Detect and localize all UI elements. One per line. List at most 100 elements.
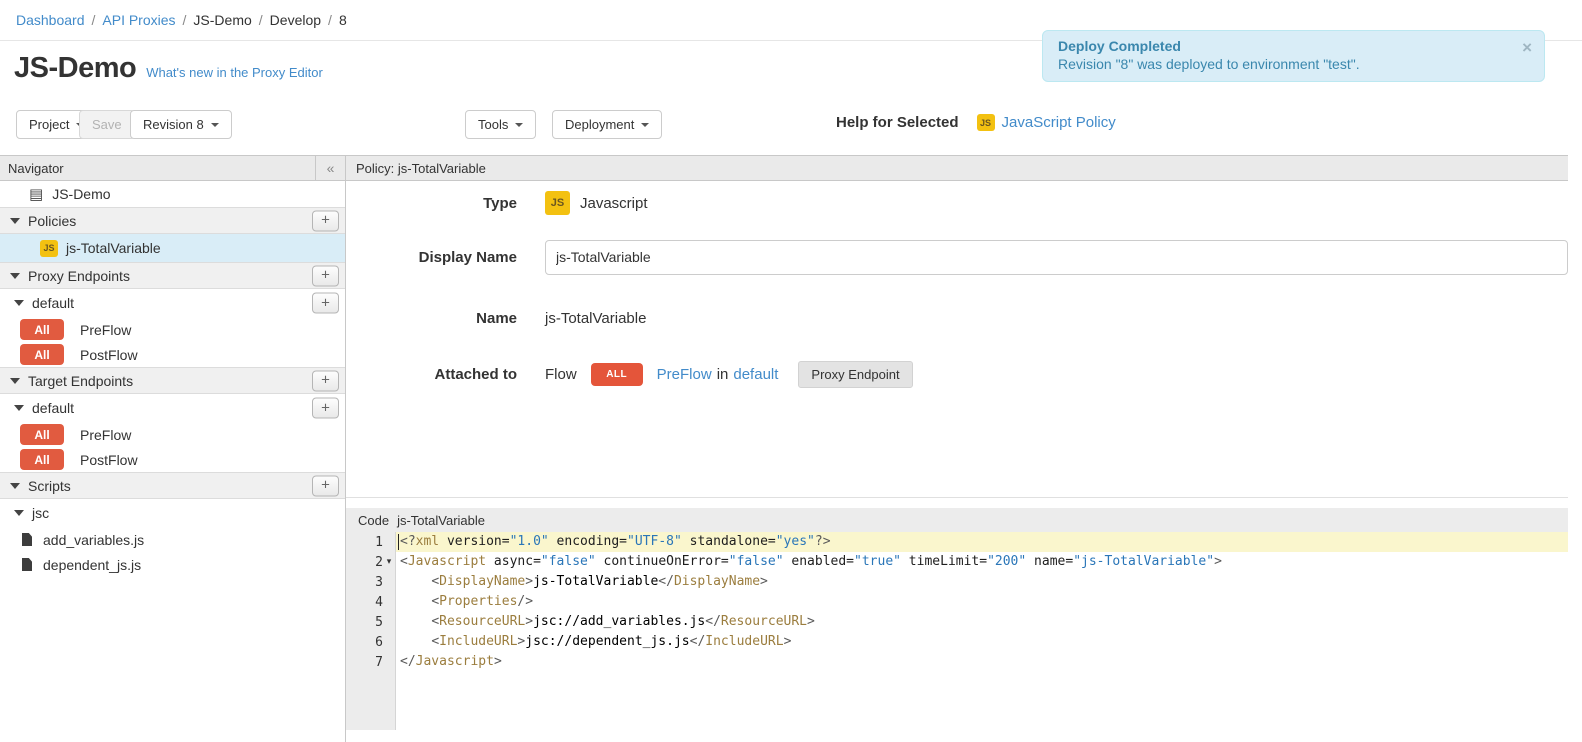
- all-conditions-badge: All: [20, 449, 64, 470]
- proxy-editor-page: Dashboard/API Proxies/JS-Demo/Develop/8 …: [0, 0, 1582, 742]
- nav-section-proxy-endpoints[interactable]: Proxy Endpoints +: [0, 262, 345, 289]
- nav-item-jsc-folder[interactable]: jsc: [0, 499, 345, 527]
- collapse-arrow-icon: [10, 483, 20, 489]
- nav-item-js-demo[interactable]: ▤ JS-Demo: [0, 181, 345, 207]
- deployment-menu-label: Deployment: [565, 117, 634, 132]
- flow-in-text: in: [717, 366, 729, 383]
- gutter-line-number: 3: [346, 572, 395, 592]
- fold-arrow-icon[interactable]: ▾: [383, 557, 395, 567]
- breadcrumb-separator: /: [328, 12, 332, 28]
- code-editor-header: Code js-TotalVariable: [346, 508, 1568, 532]
- save-label: Save: [92, 117, 122, 132]
- collapse-arrow-icon: [10, 218, 20, 224]
- collapse-arrow-icon: [14, 510, 24, 516]
- policy-panel-header: Policy: js-TotalVariable: [346, 156, 1568, 181]
- close-icon[interactable]: ×: [1522, 39, 1532, 56]
- help-for-selected-label: Help for Selected: [836, 114, 959, 131]
- all-conditions-badge: All: [20, 344, 64, 365]
- revision-menu-button[interactable]: Revision 8: [130, 110, 232, 139]
- display-name-label: Display Name: [346, 249, 517, 266]
- nav-section-label: Policies: [28, 213, 76, 229]
- proxy-overview-icon: ▤: [29, 187, 43, 202]
- nav-section-label: Proxy Endpoints: [28, 268, 130, 284]
- nav-section-target-endpoints[interactable]: Target Endpoints +: [0, 367, 345, 394]
- nav-item-target-preflow[interactable]: All PreFlow: [0, 422, 345, 447]
- file-icon: [22, 533, 32, 546]
- whats-new-link[interactable]: What's new in the Proxy Editor: [146, 65, 323, 80]
- breadcrumb-separator: /: [183, 12, 187, 28]
- code-line[interactable]: <?xml version="1.0" encoding="UTF-8" sta…: [396, 532, 1568, 552]
- collapse-arrow-icon: [14, 405, 24, 411]
- code-line[interactable]: <DisplayName>js-TotalVariable</DisplayNa…: [396, 572, 1568, 592]
- gutter-line-number: 2▾: [346, 552, 395, 572]
- add-flow-button[interactable]: +: [312, 398, 339, 419]
- nav-item-js-totalvariable[interactable]: JS js-TotalVariable: [0, 234, 345, 262]
- chevron-down-icon: [211, 123, 219, 127]
- save-button[interactable]: Save: [79, 110, 135, 139]
- collapse-arrow-icon: [10, 273, 20, 279]
- notification-message: Revision "8" was deployed to environment…: [1058, 56, 1510, 72]
- add-script-button[interactable]: +: [312, 475, 339, 496]
- deploy-notification: Deploy Completed Revision "8" was deploy…: [1042, 30, 1545, 82]
- breadcrumb-develop: Develop: [270, 12, 321, 28]
- type-label: Type: [346, 195, 517, 212]
- add-target-endpoint-button[interactable]: +: [312, 370, 339, 391]
- nav-item-add-variables-js[interactable]: add_variables.js: [0, 527, 345, 552]
- nav-label: jsc: [32, 505, 49, 521]
- breadcrumb-separator: /: [92, 12, 96, 28]
- code-line[interactable]: <Javascript async="false" continueOnErro…: [396, 552, 1568, 572]
- type-value: Javascript: [580, 195, 648, 212]
- preflow-link[interactable]: PreFlow: [657, 366, 712, 383]
- add-policy-button[interactable]: +: [312, 210, 339, 231]
- chevron-down-icon: [515, 123, 523, 127]
- navigator-sidebar: Navigator « ▤ JS-Demo Policies + JS js-T…: [0, 155, 346, 742]
- notification-title: Deploy Completed: [1058, 38, 1510, 54]
- name-value: js-TotalVariable: [545, 310, 646, 327]
- all-conditions-badge: ALL: [591, 363, 643, 386]
- navigator-title: Navigator: [0, 161, 315, 176]
- nav-label: PreFlow: [80, 427, 131, 443]
- tools-menu-label: Tools: [478, 117, 508, 132]
- code-lines[interactable]: <?xml version="1.0" encoding="UTF-8" sta…: [396, 532, 1568, 730]
- default-endpoint-link[interactable]: default: [733, 366, 778, 383]
- nav-label: default: [32, 295, 74, 311]
- collapse-arrow-icon: [10, 378, 20, 384]
- tools-menu-button[interactable]: Tools: [465, 110, 536, 139]
- nav-item-target-postflow[interactable]: All PostFlow: [0, 447, 345, 472]
- code-line[interactable]: <IncludeURL>jsc://dependent_js.js</Inclu…: [396, 632, 1568, 652]
- nav-label: PreFlow: [80, 322, 131, 338]
- add-proxy-endpoint-button[interactable]: +: [312, 265, 339, 286]
- code-file-name: js-TotalVariable: [389, 513, 485, 528]
- nav-section-policies[interactable]: Policies +: [0, 207, 345, 234]
- collapse-sidebar-icon[interactable]: «: [315, 156, 345, 180]
- deployment-menu-button[interactable]: Deployment: [552, 110, 662, 139]
- nav-item-target-default[interactable]: default +: [0, 394, 345, 422]
- breadcrumb-dashboard[interactable]: Dashboard: [16, 12, 85, 28]
- collapse-arrow-icon: [14, 300, 24, 306]
- code-line[interactable]: <Properties/>: [396, 592, 1568, 612]
- js-policy-icon: JS: [40, 240, 58, 257]
- gutter-line-number: 6: [346, 632, 395, 652]
- code-line[interactable]: </Javascript>: [396, 652, 1568, 672]
- breadcrumb-api-proxies[interactable]: API Proxies: [102, 12, 175, 28]
- proxy-endpoint-chip[interactable]: Proxy Endpoint: [798, 361, 912, 388]
- nav-item-proxy-postflow[interactable]: All PostFlow: [0, 342, 345, 367]
- nav-label: PostFlow: [80, 347, 138, 363]
- attached-to-label: Attached to: [346, 366, 517, 383]
- nav-section-scripts[interactable]: Scripts +: [0, 472, 345, 499]
- breadcrumb-js-demo: JS-Demo: [193, 12, 251, 28]
- chevron-down-icon: [641, 123, 649, 127]
- flow-label: Flow: [545, 366, 577, 383]
- code-line[interactable]: <ResourceURL>jsc://add_variables.js</Res…: [396, 612, 1568, 632]
- nav-item-proxy-preflow[interactable]: All PreFlow: [0, 317, 345, 342]
- gutter-line-number: 5: [346, 612, 395, 632]
- add-flow-button[interactable]: +: [312, 293, 339, 314]
- gutter-line-number: 4: [346, 592, 395, 612]
- revision-menu-label: Revision 8: [143, 117, 204, 132]
- breadcrumb: Dashboard/API Proxies/JS-Demo/Develop/8: [16, 12, 347, 28]
- javascript-policy-help-link[interactable]: JavaScript Policy: [1002, 114, 1116, 131]
- display-name-input[interactable]: [545, 240, 1568, 275]
- nav-item-dependent-js-js[interactable]: dependent_js.js: [0, 552, 345, 577]
- all-conditions-badge: All: [20, 424, 64, 445]
- nav-item-proxy-default[interactable]: default +: [0, 289, 345, 317]
